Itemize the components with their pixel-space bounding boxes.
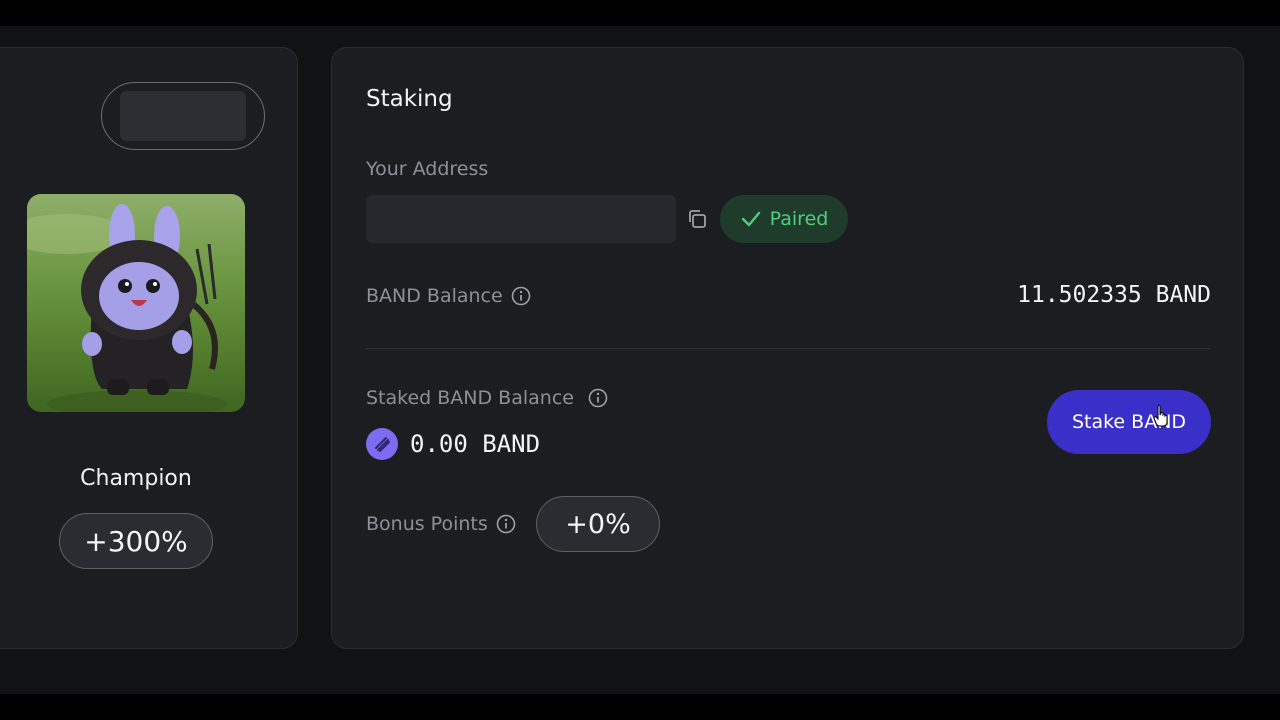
staking-title: Staking <box>366 86 453 112</box>
bunny-archer-illustration <box>27 204 227 412</box>
address-label-text: Your Address <box>366 158 489 180</box>
info-icon[interactable] <box>496 514 516 534</box>
check-icon <box>741 211 760 227</box>
copy-icon[interactable] <box>686 208 708 230</box>
stake-band-button[interactable]: Stake BAND <box>1047 390 1211 454</box>
paired-text: Paired <box>769 208 829 230</box>
band-balance-label: BAND Balance <box>366 285 531 307</box>
staked-balance-label: Staked BAND Balance <box>366 387 608 409</box>
staked-balance-label-text: Staked BAND Balance <box>366 387 574 409</box>
bonus-points-label-text: Bonus Points <box>366 513 488 535</box>
band-logo-mark <box>375 437 390 452</box>
band-balance-value: 11.502335 BAND <box>1017 282 1211 308</box>
bonus-points-label: Bonus Points <box>366 513 516 535</box>
champion-avatar-image <box>27 194 245 412</box>
band-logo-icon <box>366 428 398 460</box>
staking-card: Staking Your Address Paired BAND Balance… <box>331 47 1244 649</box>
address-field-redacted <box>366 195 676 243</box>
staked-balance-value: 0.00 BAND <box>410 430 541 458</box>
redacted-area <box>120 91 246 141</box>
app-stage: Champion +300% Staking Your Address Pair… <box>0 26 1280 694</box>
paired-badge: Paired <box>720 195 848 243</box>
staked-balance: 0.00 BAND <box>366 428 540 460</box>
hand-cursor-icon <box>1153 405 1168 427</box>
info-icon[interactable] <box>511 286 531 306</box>
bonus-points-badge: +0% <box>536 496 660 552</box>
address-label: Your Address <box>366 158 488 180</box>
champion-card: Champion +300% <box>0 47 298 649</box>
band-balance-label-text: BAND Balance <box>366 285 503 307</box>
champion-bonus-badge: +300% <box>59 513 213 569</box>
info-icon[interactable] <box>588 388 608 408</box>
divider <box>366 348 1211 349</box>
champion-label: Champion <box>80 466 192 491</box>
redacted-pill[interactable] <box>101 82 265 150</box>
